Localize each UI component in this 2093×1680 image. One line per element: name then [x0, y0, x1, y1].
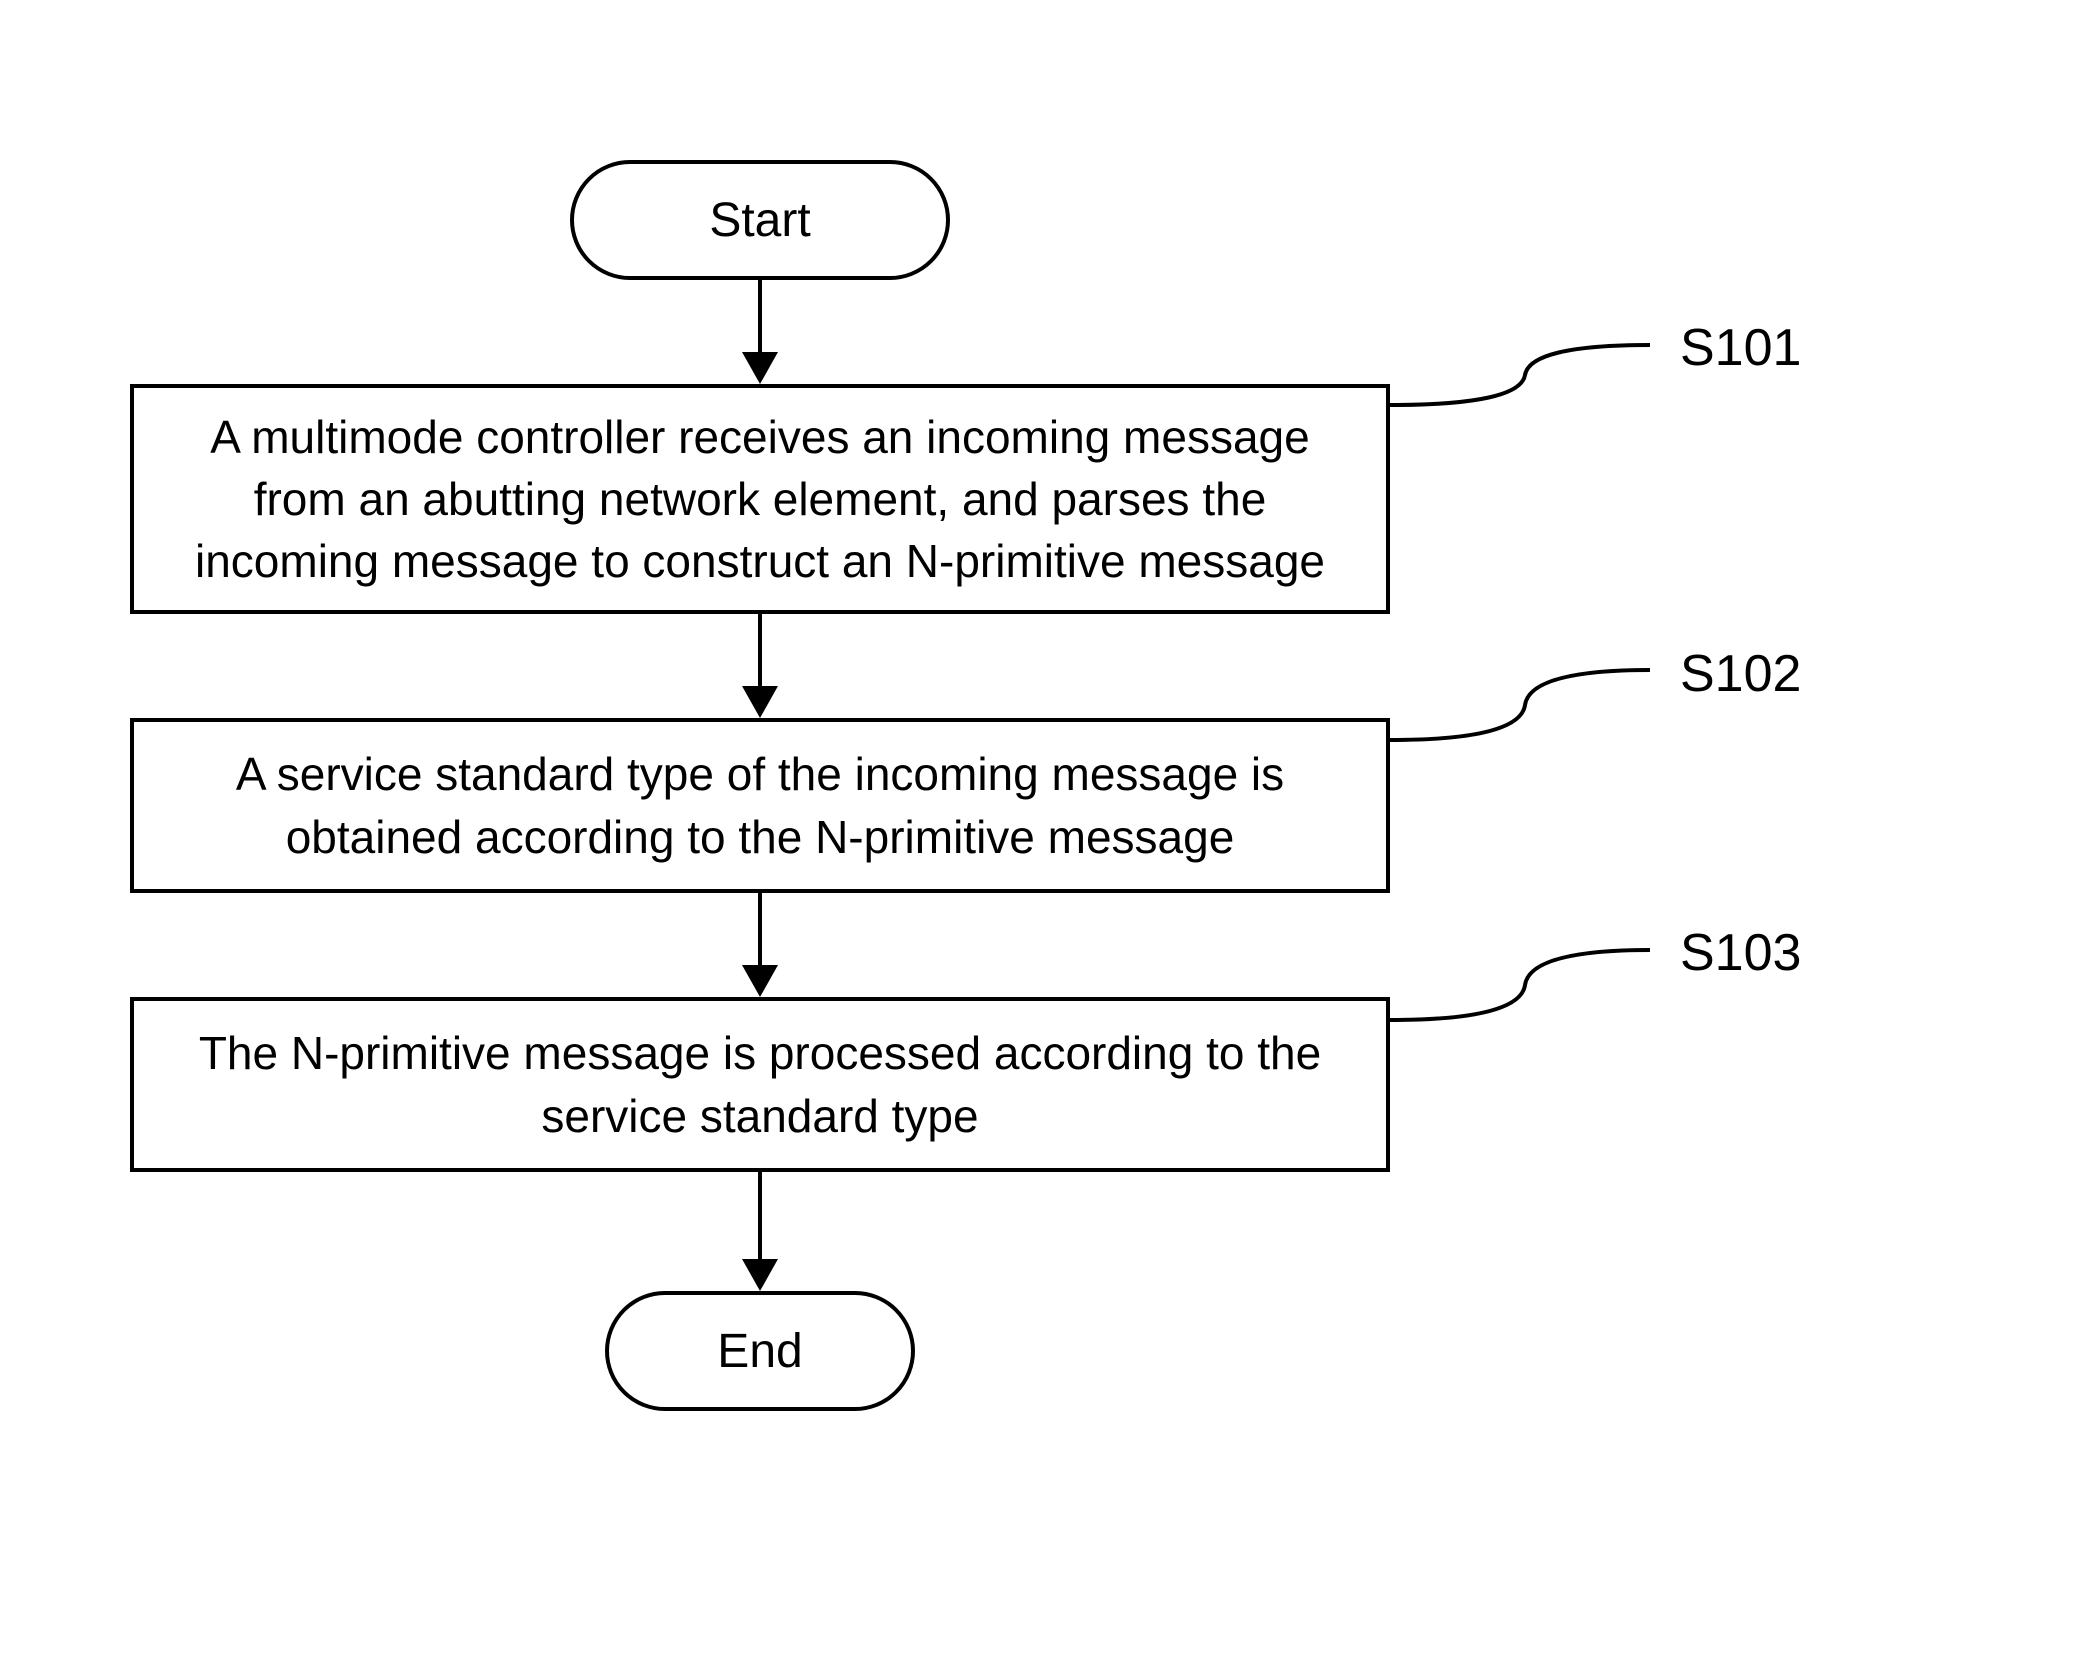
start-terminator: Start: [570, 160, 950, 280]
flowchart-canvas: Start A multimode controller receives an…: [0, 0, 2093, 1680]
process-s101-text: A multimode controller receives an incom…: [194, 406, 1326, 592]
label-s101: S101: [1680, 318, 1801, 378]
process-s102: A service standard type of the incoming …: [130, 718, 1390, 893]
arrowhead-s102-to-s103: [742, 965, 778, 997]
start-label: Start: [709, 193, 810, 248]
connector-s101: [1390, 345, 1660, 425]
process-s101: A multimode controller receives an incom…: [130, 384, 1390, 614]
label-s102: S102: [1680, 644, 1801, 704]
arrow-s103-to-end: [758, 1172, 762, 1267]
arrow-start-to-s101: [758, 280, 762, 360]
process-s102-text: A service standard type of the incoming …: [194, 743, 1326, 867]
process-s103-text: The N-primitive message is processed acc…: [194, 1022, 1326, 1146]
end-label: End: [717, 1324, 802, 1379]
arrowhead-s103-to-end: [742, 1259, 778, 1291]
label-s103: S103: [1680, 923, 1801, 983]
arrow-s102-to-s103: [758, 893, 762, 973]
connector-s102: [1390, 670, 1660, 760]
connector-s103: [1390, 950, 1660, 1040]
end-terminator: End: [605, 1291, 915, 1411]
arrowhead-start-to-s101: [742, 352, 778, 384]
arrow-s101-to-s102: [758, 614, 762, 694]
process-s103: The N-primitive message is processed acc…: [130, 997, 1390, 1172]
arrowhead-s101-to-s102: [742, 686, 778, 718]
